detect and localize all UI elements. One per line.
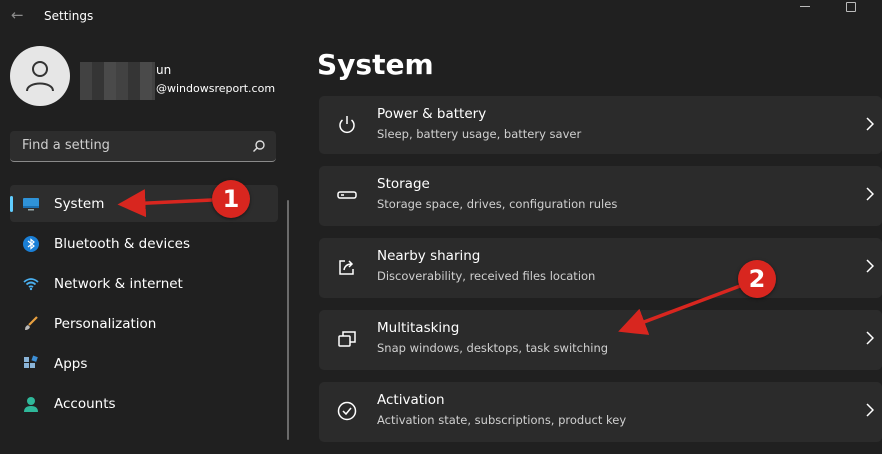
annotation-badge-2: 2 xyxy=(738,260,776,298)
annotation-arrows xyxy=(117,189,741,335)
annotation-arrow-2 xyxy=(618,284,741,335)
annotation-badge-1: 1 xyxy=(212,180,250,218)
annotation-arrow-1 xyxy=(117,189,213,218)
